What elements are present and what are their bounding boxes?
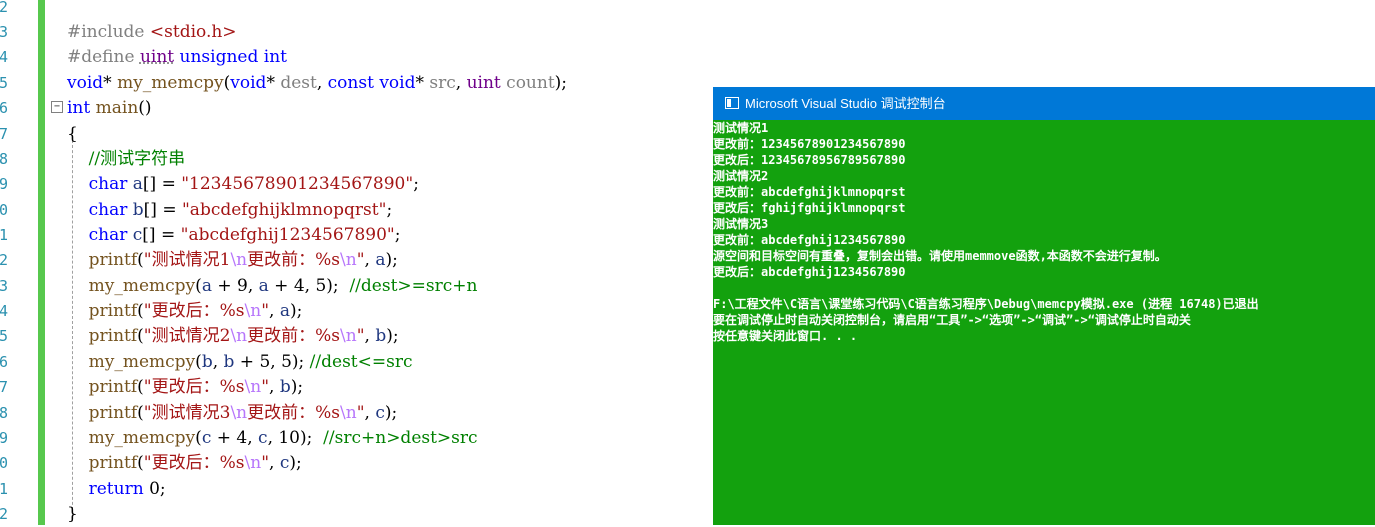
code-line: char c[] = "abcdefghij1234567890"; bbox=[88, 225, 401, 245]
code-line: printf("更改后：%s\n", a); bbox=[88, 301, 303, 321]
line-number: 21 bbox=[0, 480, 8, 498]
console-line: 测试情况1 bbox=[713, 121, 769, 135]
line-number: 11 bbox=[0, 226, 8, 244]
line-number: 7 bbox=[0, 125, 8, 143]
console-titlebar[interactable]: Microsoft Visual Studio 调试控制台 bbox=[713, 87, 1375, 120]
console-title: Microsoft Visual Studio 调试控制台 bbox=[745, 96, 946, 111]
code-line: #define uint unsigned int bbox=[67, 47, 287, 67]
change-tracking-bar bbox=[38, 0, 45, 525]
code-line: return 0; bbox=[88, 479, 166, 499]
code-line: { bbox=[67, 124, 78, 144]
debug-console-window[interactable]: Microsoft Visual Studio 调试控制台 测试情况1 更改前：… bbox=[713, 87, 1375, 525]
line-number: 14 bbox=[0, 302, 8, 320]
code-line: printf("测试情况1\n更改前：%s\n", a); bbox=[88, 250, 398, 270]
line-number: 13 bbox=[0, 277, 8, 295]
code-line: my_memcpy(c + 4, c, 10); //src+n>dest>sr… bbox=[88, 428, 478, 448]
code-line: //测试字符串 bbox=[88, 149, 186, 169]
console-line: 要在调试停止时自动关闭控制台，请启用“工具”->“选项”->“调试”->“调试停… bbox=[713, 313, 1191, 327]
console-line: 更改前：abcdefghijklmnopqrst bbox=[713, 185, 906, 199]
line-number: 20 bbox=[0, 454, 8, 472]
line-number: 12 bbox=[0, 251, 8, 269]
line-number: 18 bbox=[0, 404, 8, 422]
console-line: 更改前：abcdefghij1234567890 bbox=[713, 233, 906, 247]
line-number: 10 bbox=[0, 201, 8, 219]
line-number: 4 bbox=[0, 48, 8, 66]
code-line: printf("更改后：%s\n", b); bbox=[88, 377, 304, 397]
line-number: 5 bbox=[0, 74, 8, 92]
line-number: 9 bbox=[0, 175, 8, 193]
line-number: 22 bbox=[0, 505, 8, 523]
console-line: 更改后：fghijfghijklmnopqrst bbox=[713, 201, 906, 215]
console-line: 源空间和目标空间有重叠，复制会出错。请使用memmove函数,本函数不会进行复制… bbox=[713, 249, 1167, 263]
code-line: printf("测试情况2\n更改前：%s\n", b); bbox=[88, 326, 399, 346]
line-number: 16 bbox=[0, 353, 8, 371]
code-line: void* my_memcpy(void* dest, const void* … bbox=[67, 73, 568, 93]
line-number: 2 bbox=[0, 0, 8, 16]
code-line: #include <stdio.h> bbox=[67, 22, 237, 42]
code-line: int main() bbox=[67, 98, 152, 118]
console-line: 按任意键关闭此窗口. . . bbox=[713, 329, 858, 343]
collapse-toggle-icon[interactable]: − bbox=[51, 101, 63, 113]
code-line: char a[] = "12345678901234567890"; bbox=[88, 174, 419, 194]
code-line: char b[] = "abcdefghijklmnopqrst"; bbox=[88, 200, 393, 220]
console-line: 更改后：12345678956789567890 bbox=[713, 153, 906, 167]
code-line: printf("更改后：%s\n", c); bbox=[88, 453, 302, 473]
console-output: 测试情况1 更改前：12345678901234567890 更改后：12345… bbox=[713, 120, 1375, 344]
console-app-icon bbox=[725, 97, 739, 109]
console-line: 测试情况3 bbox=[713, 217, 769, 231]
console-line: 更改后：abcdefghij1234567890 bbox=[713, 265, 906, 279]
code-line: } bbox=[67, 504, 78, 524]
code-line: my_memcpy(a + 9, a + 4, 5); //dest>=src+… bbox=[88, 276, 478, 296]
line-number: 6 bbox=[0, 99, 8, 117]
line-number: 19 bbox=[0, 429, 8, 447]
line-number: 3 bbox=[0, 23, 8, 41]
line-number: 15 bbox=[0, 327, 8, 345]
console-line: F:\工程文件\C语言\课堂练习代码\C语言练习程序\Debug\memcpy模… bbox=[713, 297, 1259, 311]
code-line: my_memcpy(b, b + 5, 5); //dest<=src bbox=[88, 352, 413, 372]
line-number: 8 bbox=[0, 150, 8, 168]
console-line: 测试情况2 bbox=[713, 169, 769, 183]
console-line: 更改前：12345678901234567890 bbox=[713, 137, 906, 151]
line-number: 17 bbox=[0, 378, 8, 396]
code-line: printf("测试情况3\n更改前：%s\n", c); bbox=[88, 403, 398, 423]
